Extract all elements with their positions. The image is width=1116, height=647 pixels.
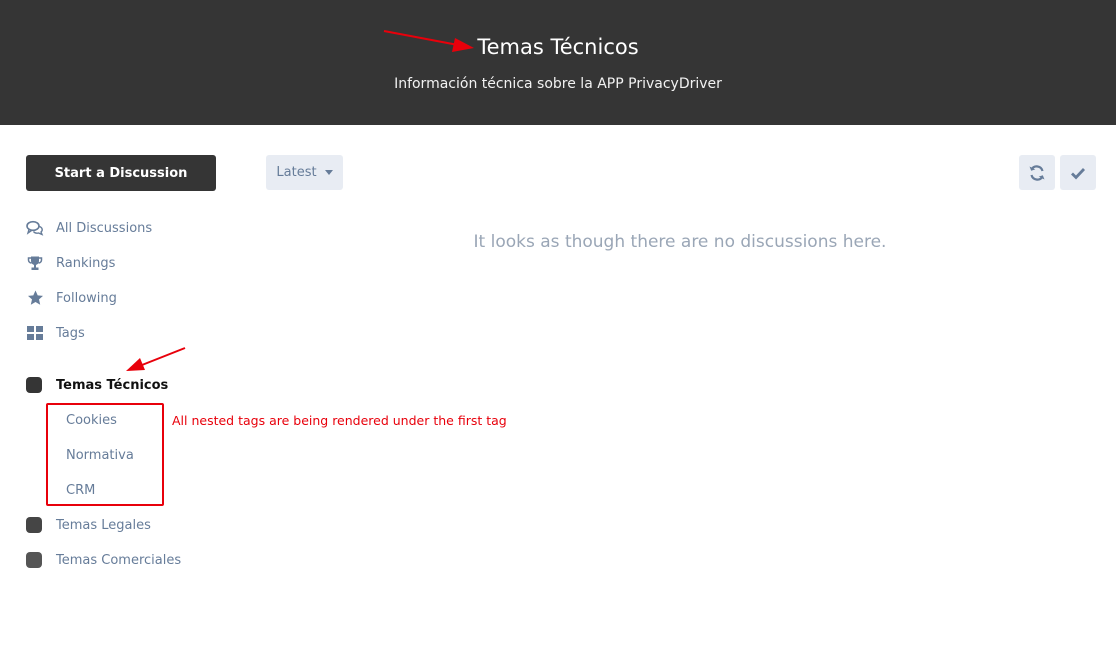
- annotation-arrows: [126, 30, 474, 371]
- annotation-arrow-tag-line: [141, 347, 186, 366]
- annotation-arrow-tag-head: [126, 358, 145, 371]
- annotation-arrow-title-head: [452, 38, 474, 52]
- annotation-arrow-title-line: [383, 30, 459, 46]
